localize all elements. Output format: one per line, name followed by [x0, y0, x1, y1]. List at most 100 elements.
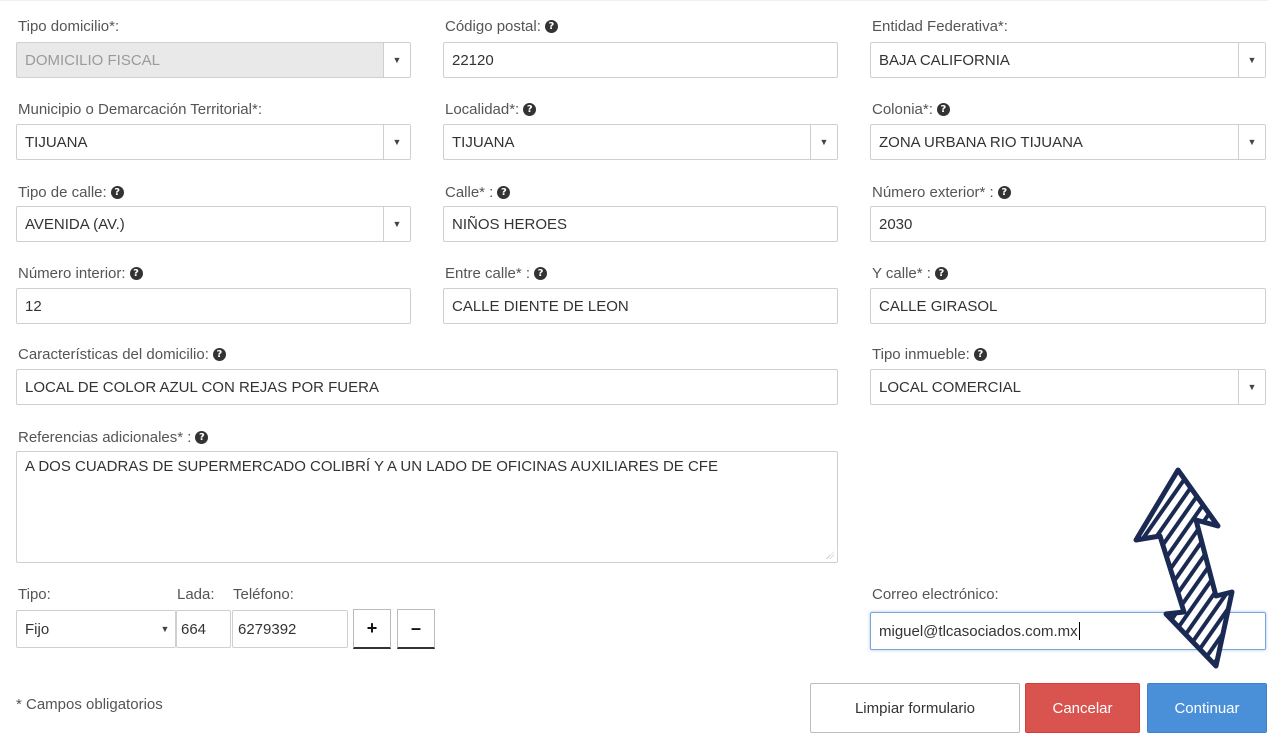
tipo-telefono-label-text: Tipo: [18, 586, 51, 603]
localidad-label: Localidad*:? [445, 101, 537, 118]
codigo-postal-label-text: Código postal: [445, 18, 541, 35]
calle-value: NIÑOS HEROES [452, 215, 568, 233]
entre-calle-value: CALLE DIENTE DE LEON [452, 297, 629, 315]
caracteristicas-value: LOCAL DE COLOR AZUL CON REJAS POR FUERA [25, 378, 379, 396]
caret-down-icon: ▼ [810, 125, 837, 159]
referencias-label: Referencias adicionales* :? [18, 429, 209, 446]
colonia-value: ZONA URBANA RIO TIJUANA [879, 133, 1083, 151]
referencias-label-text: Referencias adicionales* : [18, 429, 192, 446]
codigo-postal-value: 22120 [452, 51, 494, 69]
numero-interior-input[interactable]: 12 [16, 288, 411, 324]
tipo-calle-label: Tipo de calle:? [18, 184, 124, 201]
tipo-domicilio-value: DOMICILIO FISCAL [25, 51, 161, 69]
tipo-calle-value: AVENIDA (AV.) [25, 215, 125, 233]
telefono-value: 6279392 [238, 620, 297, 638]
municipio-select[interactable]: TIJUANA ▼ [16, 124, 411, 160]
numero-exterior-label-text: Número exterior* : [872, 184, 994, 201]
tipo-telefono-select[interactable]: Fijo ▼ [16, 610, 176, 648]
tipo-domicilio-label-text: Tipo domicilio*: [18, 18, 120, 35]
entidad-federativa-select[interactable]: BAJA CALIFORNIA ▼ [870, 42, 1266, 78]
entidad-federativa-label: Entidad Federativa*: [872, 18, 1008, 35]
cancel-button[interactable]: Cancelar [1025, 683, 1140, 733]
tipo-calle-select[interactable]: AVENIDA (AV.) ▼ [16, 206, 411, 242]
tipo-inmueble-label-text: Tipo inmueble: [872, 346, 970, 363]
caret-down-icon: ▼ [1238, 43, 1265, 77]
numero-interior-label-text: Número interior: [18, 265, 126, 282]
continue-button[interactable]: Continuar [1147, 683, 1267, 733]
tipo-inmueble-label: Tipo inmueble:? [872, 346, 987, 363]
entidad-federativa-label-text: Entidad Federativa*: [872, 18, 1008, 35]
help-icon[interactable]: ? [534, 267, 548, 280]
lada-input[interactable]: 664 [176, 610, 231, 648]
clear-form-button[interactable]: Limpiar formulario [810, 683, 1020, 733]
correo-label: Correo electrónico: [872, 586, 999, 603]
telefono-label-text: Teléfono: [233, 586, 294, 603]
caret-down-icon: ▼ [383, 207, 410, 241]
telefono-input[interactable]: 6279392 [232, 610, 348, 648]
required-fields-note: * Campos obligatorios [16, 696, 163, 713]
correo-label-text: Correo electrónico: [872, 586, 999, 603]
add-phone-button[interactable]: + [353, 609, 391, 649]
lada-label-text: Lada: [177, 586, 215, 603]
numero-interior-label: Número interior:? [18, 265, 143, 282]
help-icon[interactable]: ? [936, 103, 950, 116]
caret-down-icon: ▼ [383, 43, 410, 77]
municipio-label-text: Municipio o Demarcación Territorial*: [18, 101, 262, 118]
tipo-calle-label-text: Tipo de calle: [18, 184, 107, 201]
calle-label-text: Calle* : [445, 184, 494, 201]
municipio-value: TIJUANA [25, 133, 88, 151]
numero-interior-value: 12 [25, 297, 42, 315]
help-icon[interactable]: ? [523, 103, 537, 116]
telefono-label: Teléfono: [233, 586, 294, 603]
entre-calle-input[interactable]: CALLE DIENTE DE LEON [443, 288, 838, 324]
remove-phone-button[interactable]: – [397, 609, 435, 649]
calle-input[interactable]: NIÑOS HEROES [443, 206, 838, 242]
caracteristicas-input[interactable]: LOCAL DE COLOR AZUL CON REJAS POR FUERA [16, 369, 838, 405]
localidad-select[interactable]: TIJUANA ▼ [443, 124, 838, 160]
lada-value: 664 [181, 620, 207, 638]
tipo-inmueble-value: LOCAL COMERCIAL [879, 378, 1021, 396]
referencias-value: A DOS CUADRAS DE SUPERMERCADO COLIBRÍ Y … [25, 458, 718, 475]
calle-label: Calle* :? [445, 184, 511, 201]
help-icon[interactable]: ? [129, 267, 143, 280]
colonia-label: Colonia*:? [872, 101, 950, 118]
numero-exterior-input[interactable]: 2030 [870, 206, 1266, 242]
caret-down-icon: ▼ [383, 125, 410, 159]
numero-exterior-label: Número exterior* :? [872, 184, 1011, 201]
help-icon[interactable]: ? [110, 186, 124, 199]
help-icon[interactable]: ? [195, 431, 209, 444]
referencias-textarea[interactable]: A DOS CUADRAS DE SUPERMERCADO COLIBRÍ Y … [16, 451, 838, 563]
tipo-telefono-value: Fijo [25, 620, 50, 638]
help-icon[interactable]: ? [212, 348, 226, 361]
lada-label: Lada: [177, 586, 215, 603]
entre-calle-label: Entre calle* :? [445, 265, 548, 282]
tipo-domicilio-select[interactable]: DOMICILIO FISCAL ▼ [16, 42, 411, 78]
correo-value: miguel@tlcasociados.com.mx [879, 622, 1078, 640]
resize-handle-icon[interactable] [826, 551, 834, 559]
numero-exterior-value: 2030 [879, 215, 913, 233]
caret-down-icon: ▼ [1238, 125, 1265, 159]
localidad-value: TIJUANA [452, 133, 515, 151]
codigo-postal-input[interactable]: 22120 [443, 42, 838, 78]
tipo-telefono-label: Tipo: [18, 586, 51, 603]
minus-icon: – [410, 618, 421, 638]
y-calle-input[interactable]: CALLE GIRASOL [870, 288, 1266, 324]
caracteristicas-label: Características del domicilio:? [18, 346, 226, 363]
colonia-select[interactable]: ZONA URBANA RIO TIJUANA ▼ [870, 124, 1266, 160]
tipo-inmueble-select[interactable]: LOCAL COMERCIAL ▼ [870, 369, 1266, 405]
help-icon[interactable]: ? [997, 186, 1011, 199]
y-calle-label-text: Y calle* : [872, 265, 931, 282]
codigo-postal-label: Código postal:? [445, 18, 558, 35]
help-icon[interactable]: ? [544, 20, 558, 33]
municipio-label: Municipio o Demarcación Territorial*: [18, 101, 262, 118]
y-calle-value: CALLE GIRASOL [879, 297, 998, 315]
plus-icon: + [366, 618, 378, 638]
text-cursor [1078, 622, 1080, 640]
help-icon[interactable]: ? [497, 186, 511, 199]
help-icon[interactable]: ? [973, 348, 987, 361]
caracteristicas-label-text: Características del domicilio: [18, 346, 209, 363]
tipo-domicilio-label: Tipo domicilio*: [18, 18, 119, 35]
localidad-label-text: Localidad*: [445, 101, 520, 118]
double-arrow-icon [1133, 467, 1235, 669]
help-icon[interactable]: ? [934, 267, 948, 280]
